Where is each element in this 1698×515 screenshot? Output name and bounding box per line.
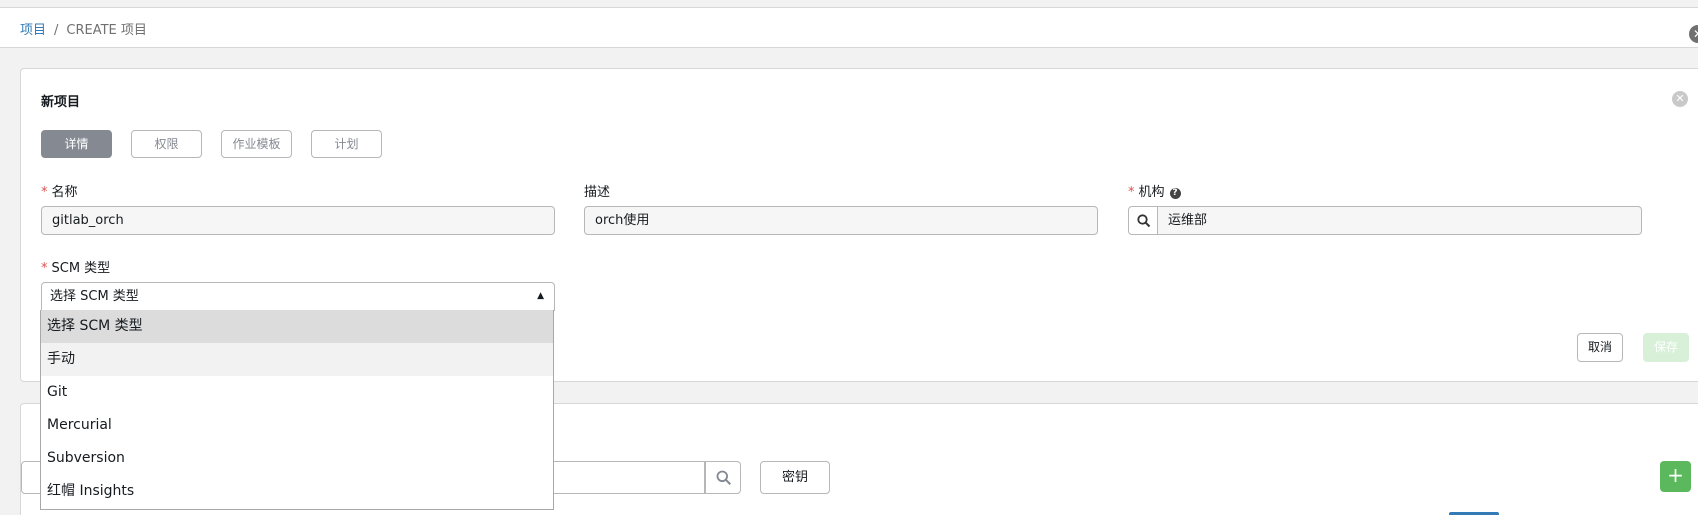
top-strip — [0, 0, 1698, 8]
name-label: * 名称 — [41, 181, 78, 200]
breadcrumb-bar: 项目 / CREATE 项目 ✕ — [0, 8, 1698, 48]
tab-schedules[interactable]: 计划 — [311, 130, 382, 158]
description-input[interactable]: orch使用 — [584, 206, 1098, 235]
add-button[interactable]: + — [1660, 461, 1691, 492]
organization-label-text: 机构 — [1138, 185, 1165, 200]
search-button[interactable] — [705, 461, 741, 494]
scm-type-dropdown: 选择 SCM 类型 手动 Git Mercurial Subversion 红帽… — [40, 310, 554, 510]
cancel-button[interactable]: 取消 — [1577, 333, 1623, 362]
name-label-text: 名称 — [51, 185, 78, 200]
required-mark: * — [1128, 185, 1135, 200]
name-input[interactable]: gitlab_orch — [41, 206, 555, 235]
search-icon — [716, 470, 732, 486]
tab-permissions[interactable]: 权限 — [131, 130, 202, 158]
tab-details[interactable]: 详情 — [41, 130, 112, 158]
description-label: 描述 — [584, 185, 611, 200]
search-icon — [1137, 214, 1151, 228]
scm-option-mercurial[interactable]: Mercurial — [41, 409, 553, 442]
question-circle-icon[interactable]: ? — [1169, 188, 1181, 199]
breadcrumb-link-projects[interactable]: 项目 — [20, 23, 46, 38]
scm-option-git[interactable]: Git — [41, 376, 553, 409]
close-circle-icon[interactable]: ✕ — [1672, 91, 1688, 107]
scm-option-manual[interactable]: 手动 — [41, 343, 553, 376]
organization-lookup-button[interactable] — [1128, 206, 1158, 235]
key-button[interactable]: 密钥 — [760, 461, 830, 494]
scm-option-redhat-insights[interactable]: 红帽 Insights — [41, 475, 553, 508]
breadcrumb-current: CREATE 项目 — [66, 23, 147, 38]
required-mark: * — [41, 185, 48, 200]
page: 项目/CREATE 项目 ✕ 新项目 ✕ 详情 权限 作业模板 计划 *名称 g… — [0, 0, 1698, 515]
save-button[interactable]: 保存 — [1643, 333, 1689, 362]
scm-type-label: * SCM 类型 — [41, 257, 110, 276]
caret-up-icon: ▲ — [537, 291, 544, 301]
scm-option-subversion[interactable]: Subversion — [41, 442, 553, 475]
breadcrumb: 项目 / CREATE 项目 — [20, 19, 147, 38]
organization-label: * 机构? — [1128, 181, 1181, 200]
form-title: 新项目 — [41, 95, 81, 110]
organization-input[interactable]: 运维部 — [1158, 206, 1642, 235]
scm-type-selected-value: 选择 SCM 类型 — [50, 289, 139, 304]
tab-job-templates[interactable]: 作业模板 — [221, 130, 292, 158]
required-mark: * — [41, 261, 48, 276]
close-icon[interactable]: ✕ — [1689, 25, 1698, 43]
breadcrumb-separator: / — [54, 23, 59, 38]
scm-type-label-text: SCM 类型 — [51, 261, 111, 276]
scm-option-placeholder[interactable]: 选择 SCM 类型 — [41, 310, 553, 343]
scm-type-select[interactable]: 选择 SCM 类型 ▲ — [41, 282, 555, 311]
